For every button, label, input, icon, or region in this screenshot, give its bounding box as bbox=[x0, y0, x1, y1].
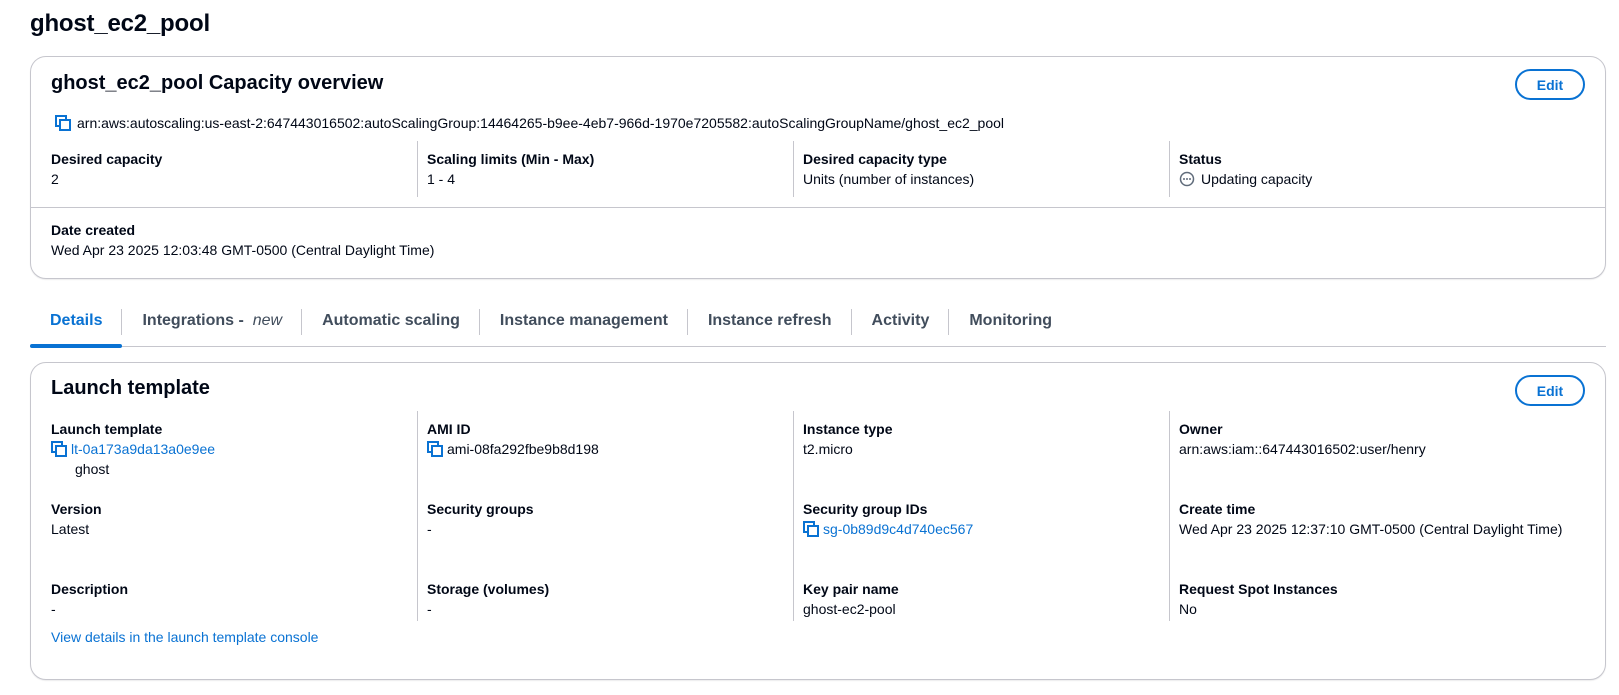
security-group-ids-label: Security group IDs bbox=[803, 501, 928, 517]
storage-value: - bbox=[427, 601, 432, 617]
ami-id-label: AMI ID bbox=[427, 421, 471, 437]
version-field: Version Latest bbox=[51, 499, 102, 539]
date-created: Date created Wed Apr 23 2025 12:03:48 GM… bbox=[51, 220, 434, 260]
capacity-overview-title: ghost_ec2_pool Capacity overview bbox=[51, 72, 384, 94]
status-label: Status bbox=[1179, 151, 1222, 167]
security-groups-value: - bbox=[427, 521, 432, 537]
storage-field: Storage (volumes) - bbox=[427, 579, 549, 619]
column-divider bbox=[417, 411, 418, 621]
desired-capacity: Desired capacity 2 bbox=[51, 149, 162, 189]
version-label: Version bbox=[51, 501, 102, 517]
status-value: Updating capacity bbox=[1179, 169, 1312, 189]
tab-instance-management[interactable]: Instance management bbox=[480, 297, 688, 345]
tab-activity[interactable]: Activity bbox=[852, 297, 950, 345]
tab-automatic-scaling[interactable]: Automatic scaling bbox=[302, 297, 480, 345]
capacity-type-value: Units (number of instances) bbox=[803, 171, 975, 187]
tab-integrations[interactable]: Integrations - new bbox=[122, 297, 303, 345]
scaling-limits-label: Scaling limits (Min - Max) bbox=[427, 151, 595, 167]
desired-capacity-label: Desired capacity bbox=[51, 151, 163, 167]
launch-template-card: Launch template Edit Launch template lt-… bbox=[30, 362, 1606, 680]
spot-field: Request Spot Instances No bbox=[1179, 579, 1338, 619]
scaling-limits-value: 1 - 4 bbox=[427, 171, 456, 187]
row-divider bbox=[31, 207, 1605, 208]
new-badge: new bbox=[252, 312, 283, 329]
capacity-overview-card: ghost_ec2_pool Capacity overview Edit ar… bbox=[30, 56, 1606, 279]
owner-field: Owner arn:aws:iam::647443016502:user/hen… bbox=[1179, 419, 1569, 459]
capacity-type-label: Desired capacity type bbox=[803, 151, 947, 167]
column-divider bbox=[1169, 411, 1170, 621]
copy-icon[interactable] bbox=[55, 115, 71, 131]
key-pair-value: ghost-ec2-pool bbox=[803, 601, 896, 617]
desired-capacity-value: 2 bbox=[51, 171, 59, 187]
column-divider bbox=[793, 141, 794, 197]
security-groups-field: Security groups - bbox=[427, 499, 534, 539]
status: Status Updating capacity bbox=[1179, 149, 1312, 189]
tabs: Details Integrations - new Automatic sca… bbox=[30, 297, 1606, 348]
instance-type-field: Instance type t2.micro bbox=[803, 419, 892, 459]
security-group-ids-field: Security group IDs sg-0b89d9c4d740ec567 bbox=[803, 499, 973, 539]
launch-template-id-link[interactable]: lt-0a173a9da13a0e9ee bbox=[71, 439, 215, 459]
column-divider bbox=[417, 141, 418, 197]
ami-id-value: ami-08fa292fbe9b8d198 bbox=[447, 441, 599, 457]
date-created-label: Date created bbox=[51, 222, 136, 238]
security-group-id-link[interactable]: sg-0b89d9c4d740ec567 bbox=[823, 519, 973, 539]
tab-instance-refresh[interactable]: Instance refresh bbox=[688, 297, 852, 345]
ami-id-row: ami-08fa292fbe9b8d198 bbox=[427, 439, 599, 459]
key-pair-label: Key pair name bbox=[803, 581, 899, 597]
security-groups-label: Security groups bbox=[427, 501, 534, 517]
date-created-value: Wed Apr 23 2025 12:03:48 GMT-0500 (Centr… bbox=[51, 242, 435, 258]
arn-value: arn:aws:autoscaling:us-east-2:6474430165… bbox=[77, 115, 1005, 131]
description-field: Description - bbox=[51, 579, 128, 619]
tab-monitoring[interactable]: Monitoring bbox=[949, 297, 1072, 345]
create-time-label: Create time bbox=[1179, 501, 1256, 517]
create-time-value: Wed Apr 23 2025 12:37:10 GMT-0500 (Centr… bbox=[1179, 521, 1563, 537]
overview-edit-button[interactable]: Edit bbox=[1515, 69, 1585, 100]
capacity-type: Desired capacity type Units (number of i… bbox=[803, 149, 974, 189]
copy-icon[interactable] bbox=[427, 441, 443, 457]
pending-dots-icon bbox=[1179, 171, 1195, 187]
owner-label: Owner bbox=[1179, 421, 1223, 437]
status-text: Updating capacity bbox=[1201, 171, 1313, 187]
launch-edit-button[interactable]: Edit bbox=[1515, 375, 1585, 406]
tab-details[interactable]: Details bbox=[30, 297, 123, 348]
scaling-limits: Scaling limits (Min - Max) 1 - 4 bbox=[427, 149, 594, 189]
launch-template-id-row: lt-0a173a9da13a0e9ee bbox=[51, 439, 215, 459]
version-value: Latest bbox=[51, 521, 90, 537]
storage-label: Storage (volumes) bbox=[427, 581, 550, 597]
owner-value: arn:aws:iam::647443016502:user/henry bbox=[1179, 441, 1426, 457]
instance-type-value: t2.micro bbox=[803, 441, 853, 457]
key-pair-field: Key pair name ghost-ec2-pool bbox=[803, 579, 899, 619]
copy-icon[interactable] bbox=[51, 441, 67, 457]
security-group-ids-row: sg-0b89d9c4d740ec567 bbox=[803, 519, 973, 539]
instance-type-label: Instance type bbox=[803, 421, 893, 437]
create-time-field: Create time Wed Apr 23 2025 12:37:10 GMT… bbox=[1179, 499, 1569, 539]
arn-row: arn:aws:autoscaling:us-east-2:6474430165… bbox=[55, 115, 1004, 131]
launch-template-label: Launch template bbox=[51, 421, 163, 437]
spot-label: Request Spot Instances bbox=[1179, 581, 1338, 597]
spot-value: No bbox=[1179, 601, 1197, 617]
page-title: ghost_ec2_pool bbox=[30, 10, 210, 37]
column-divider bbox=[793, 411, 794, 621]
column-divider bbox=[1169, 141, 1170, 197]
launch-template-console-link[interactable]: View details in the launch template cons… bbox=[51, 629, 318, 645]
launch-template-title: Launch template bbox=[51, 377, 210, 399]
description-label: Description bbox=[51, 581, 129, 597]
launch-template-field: Launch template lt-0a173a9da13a0e9ee gho… bbox=[51, 419, 215, 479]
ami-id-field: AMI ID ami-08fa292fbe9b8d198 bbox=[427, 419, 599, 459]
launch-template-name: ghost bbox=[75, 461, 110, 477]
description-value: - bbox=[51, 601, 56, 617]
copy-icon[interactable] bbox=[803, 521, 819, 537]
